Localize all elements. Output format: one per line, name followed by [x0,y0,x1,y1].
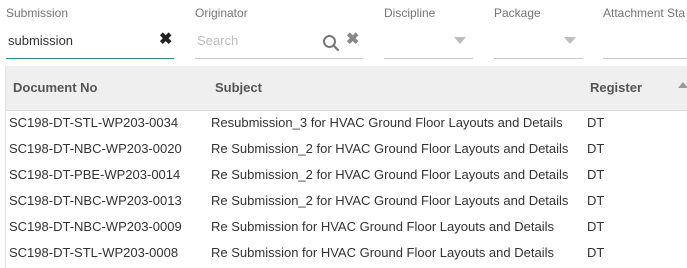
register-cell: DT [587,245,605,260]
subject-cell: Re Submission for HVAC Ground Floor Layo… [211,245,554,260]
document-no-cell: SC198-DT-NBC-WP203-0009 [9,219,182,234]
column-header-register[interactable]: Register [590,80,642,95]
table-row[interactable]: SC198-DT-PBE-WP203-0014 Re Submission_2 … [6,162,687,188]
document-no-cell: SC198-DT-PBE-WP203-0014 [9,167,181,182]
column-header-document-no[interactable]: Document No [13,80,98,95]
register-cell: DT [587,219,605,234]
document-no-cell: SC198-DT-STL-WP203-0008 [9,245,179,260]
table-row[interactable]: SC198-DT-NBC-WP203-0009 Re Submission fo… [6,214,687,240]
discipline-filter-label: Discipline [384,6,436,20]
document-no-cell: SC198-DT-NBC-WP203-0020 [9,141,182,156]
subject-cell: Re Submission_2 for HVAC Ground Floor La… [211,141,569,156]
table-row[interactable]: SC198-DT-NBC-WP203-0020 Re Submission_2 … [6,136,687,162]
attachment-status-dropdown[interactable] [603,28,687,59]
originator-filter-placeholder: Search [197,33,239,48]
submission-filter-value: submission [8,33,74,48]
package-dropdown[interactable] [494,28,583,59]
subject-cell: Re Submission for HVAC Ground Floor Layo… [211,219,554,234]
grid-header: Document No Subject Register [6,66,687,111]
discipline-dropdown[interactable] [384,28,473,59]
subject-cell: Re Submission_2 for HVAC Ground Floor La… [211,193,569,208]
document-no-cell: SC198-DT-NBC-WP203-0013 [9,193,182,208]
submission-filter-input[interactable]: submission ✖ [6,28,174,59]
close-icon[interactable]: ✖ [159,32,172,48]
table-row[interactable]: SC198-DT-NBC-WP203-0013 Re Submission_2 … [6,188,687,214]
package-filter-label: Package [494,6,541,20]
document-no-cell: SC198-DT-STL-WP203-0034 [9,115,179,130]
search-icon[interactable] [322,34,340,52]
sort-up-icon[interactable] [678,82,687,88]
originator-filter-input[interactable]: Search ✖ [195,28,363,59]
attachment-status-filter-label: Attachment Sta [603,6,686,20]
register-cell: DT [587,167,605,182]
close-icon[interactable]: ✖ [346,32,359,48]
register-cell: DT [587,141,605,156]
register-cell: DT [587,115,605,130]
column-header-subject[interactable]: Subject [215,80,262,95]
submission-filter-label: Submission [6,6,69,20]
table-row[interactable]: SC198-DT-STL-WP203-0034 Resubmission_3 f… [6,110,687,136]
subject-cell: Re Submission_2 for HVAC Ground Floor La… [211,167,569,182]
results-grid: Document No Subject Register SC198-DT-ST… [5,66,687,268]
subject-cell: Resubmission_3 for HVAC Ground Floor Lay… [211,115,563,130]
register-cell: DT [587,193,605,208]
chevron-down-icon [564,37,576,44]
table-row[interactable]: SC198-DT-STL-WP203-0008 Re Submission fo… [6,240,687,266]
chevron-down-icon [454,37,466,44]
originator-filter-label: Originator [195,6,248,20]
